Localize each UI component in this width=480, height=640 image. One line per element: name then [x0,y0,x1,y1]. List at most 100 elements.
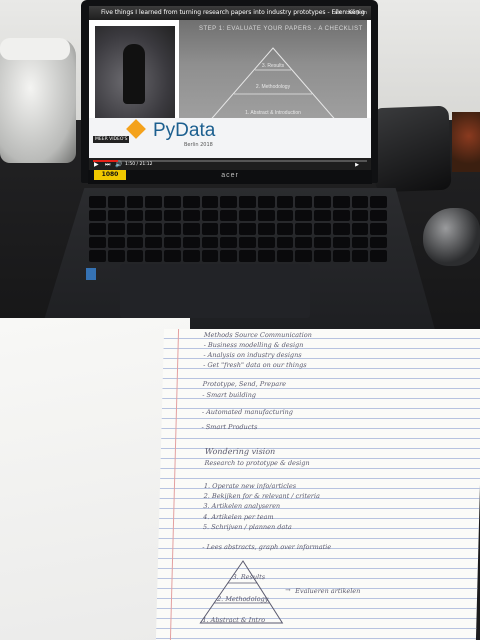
arrow-icon: → [285,586,291,594]
keyboard-key [107,223,125,235]
note-line: 4. Artikelen per team [203,513,274,521]
pydata-logo-text: PyData [153,120,216,141]
note-pyramid-3: 3. Results [232,573,266,581]
keyboard-key [351,236,369,249]
video-title-bar[interactable]: Five things I learned from turning resea… [89,6,371,20]
note-line: 2. Bekijken for & relevant / criteria [203,492,321,500]
keyboard-key [182,196,200,208]
keyboard-key [314,250,331,262]
note-line: - Smart building [202,391,257,399]
keyboard-key [164,223,181,235]
computer-mouse [423,208,480,266]
keyboard-key [201,196,219,208]
laptop-screen: Five things I learned from turning resea… [89,6,371,170]
video-time: 1:50 / 21:12 [125,162,153,167]
keyboard-key [220,250,237,262]
phone [372,105,452,193]
keyboard-key [276,223,294,235]
play-icon[interactable]: ▶ [94,161,99,168]
intel-sticker [86,268,96,280]
keyboard-key [220,236,237,249]
keyboard-key [145,209,162,222]
keyboard-key [126,250,144,262]
keyboard-key [164,236,181,249]
keyboard-key [239,196,256,208]
keyboard-key [257,209,275,222]
video-controls[interactable]: ▶ ⏭ 🔊 1:50 / 21:12 ▶ [89,158,371,170]
keyboard-key [314,236,331,249]
keyboard-key [314,209,331,222]
touchpad [120,264,310,318]
speaker-figure [123,44,145,104]
keyboard-key [239,209,256,222]
keyboard-key [295,236,312,249]
keyboard-key [182,209,200,222]
keyboard-key [145,236,162,249]
plant [452,112,480,172]
keyboard-key [351,250,369,262]
keyboard-key [276,250,294,262]
keyboard-key [126,236,144,249]
laptop-hinge: acer [88,170,372,184]
keyboard-key [257,196,275,208]
keyboard-key [351,209,369,222]
keyboard-key [201,236,219,249]
keyboard-key [126,196,144,208]
keyboard-key [145,196,162,208]
watch-later-button[interactable]: Later bekijken [332,6,367,20]
keyboard [89,196,387,262]
keyboard-key [332,250,350,262]
note-line: 5. Schrijven / plannen data [202,523,292,531]
presentation-slide: STEP 1: EVALUATE YOUR PAPERS - A CHECKLI… [179,20,367,132]
keyboard-key [351,196,369,208]
keyboard-key [257,250,275,262]
keyboard-key [295,209,312,222]
volume-icon[interactable]: 🔊 [115,161,122,168]
notebook-page: Methods Source Communication - Business … [155,329,480,640]
keyboard-key [107,250,125,262]
keyboard-key [257,223,275,235]
keyboard-key [89,196,106,208]
keyboard-key [126,223,144,235]
keyboard-key [107,236,125,249]
keyboard-key [295,223,312,235]
pyramid-layer-1: 1. Abstract & Introduction [245,110,301,116]
keyboard-key [89,236,106,249]
jar-lid [0,38,70,60]
video-title[interactable]: Five things I learned from turning resea… [101,9,365,16]
note-line: - Automated manufacturing [201,408,294,416]
note-pyramid-2: 2. Methodology [216,595,269,603]
next-icon[interactable]: ⏭ [105,161,110,169]
keyboard-key [182,236,200,249]
keyboard-key [370,223,387,235]
keyboard-key [145,250,162,262]
note-line: Prototype, Send, Prepare [202,380,287,388]
keyboard-key [145,223,162,235]
keyboard-key [332,236,350,249]
keyboard-key [182,223,200,235]
youtube-icon[interactable]: ▶ [355,162,359,168]
keyboard-key [164,250,181,262]
keyboard-key [164,196,181,208]
note-line: - Lees abstracts, graph over informatie [202,543,332,551]
keyboard-key [370,196,387,208]
keyboard-key [370,250,387,262]
keyboard-key [220,196,237,208]
note-line: - Business modelling & design [203,341,304,349]
keyboard-key [89,250,106,262]
more-videos-button[interactable]: MEER VIDEO'S [93,136,130,143]
keyboard-key [332,209,350,222]
keyboard-key [201,250,219,262]
pydata-subtitle: Berlin 2018 [184,142,213,148]
note-line: - Get "fresh" data on our things [203,361,307,369]
keyboard-key [276,209,294,222]
keyboard-key [89,209,106,222]
pyramid-layer-2: 2. Methodology [255,84,291,90]
keyboard-key [295,250,312,262]
keyboard-key [126,209,144,222]
hd-sticker: 1080 [94,170,126,180]
keyboard-key [314,223,331,235]
keyboard-key [332,196,350,208]
keyboard-key [276,196,294,208]
keyboard-key [107,209,125,222]
